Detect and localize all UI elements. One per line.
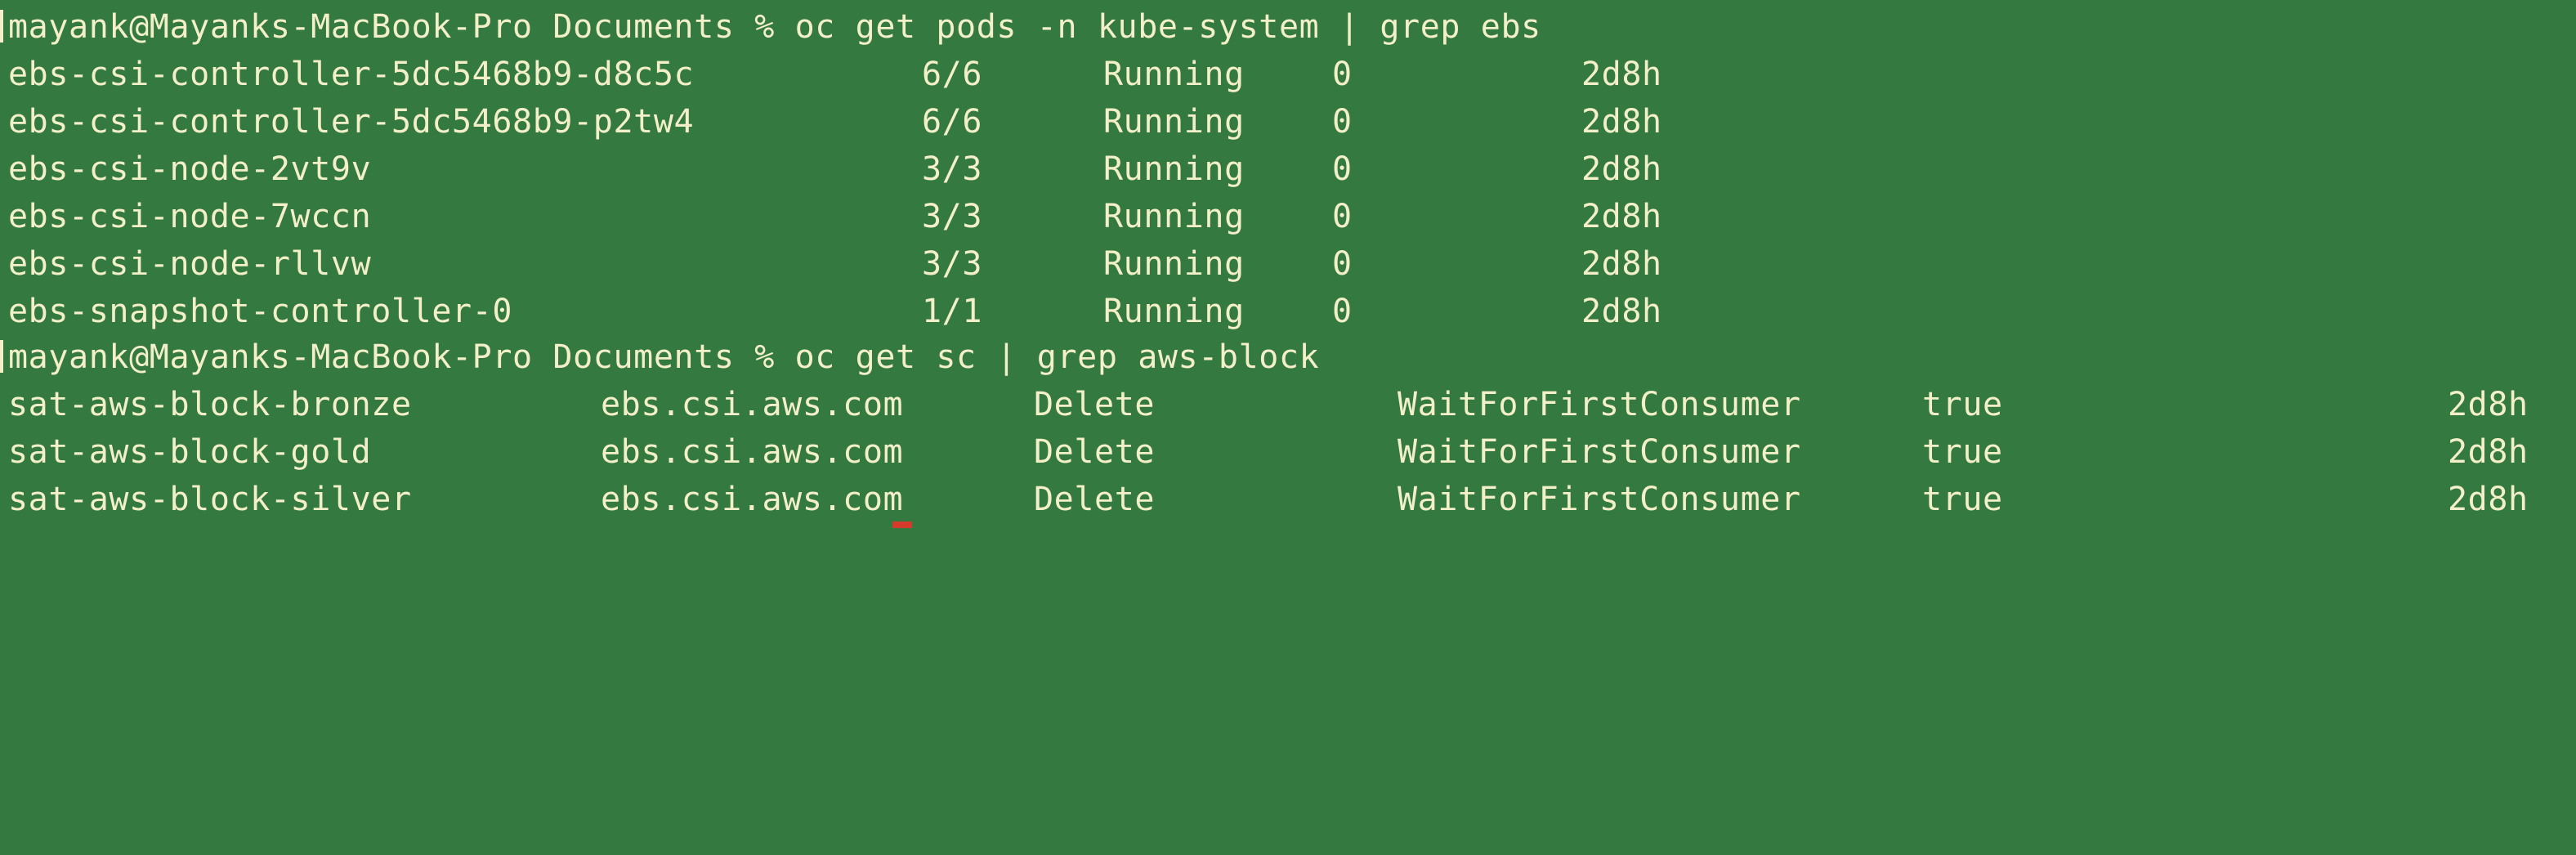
pod-restarts: 0 [1332,103,1353,141]
sc-reclaim-policy: Delete [1034,433,1156,471]
sc-reclaim-policy: Delete [1034,386,1156,423]
pod-row: ebs-csi-controller-5dc5468b9-p2tw4 6/6 R… [8,98,2566,145]
pod-status: Running [1103,245,1245,283]
pod-age: 2d8h [1581,293,1662,330]
pod-row: ebs-csi-controller-5dc5468b9-d8c5c 6/6 R… [8,51,2566,98]
terminal-window[interactable]: mayank@Mayanks-MacBook-Pro Documents % o… [0,0,2576,528]
pod-age: 2d8h [1581,150,1662,188]
pod-row: ebs-csi-node-7wccn 3/3 Running 0 2d8h [8,193,2566,240]
sc-provisioner: ebs.csi.aws.com [601,481,904,518]
pod-name: ebs-csi-controller-5dc5468b9-d8c5c [8,56,695,93]
pod-ready: 3/3 [922,198,983,235]
pod-age: 2d8h [1581,198,1662,235]
sc-age: 2d8h [2448,386,2529,423]
command-line: mayank@Mayanks-MacBook-Pro Documents % o… [8,338,1320,376]
pod-row: ebs-csi-node-2vt9v 3/3 Running 0 2d8h [8,145,2566,193]
pod-restarts: 0 [1332,198,1353,235]
pod-age: 2d8h [1581,245,1662,283]
pod-status: Running [1103,198,1245,235]
sc-provisioner: ebs.csi.aws.com [601,433,904,471]
pod-restarts: 0 [1332,150,1353,188]
sc-provisioner: ebs.csi.aws.com [601,386,904,423]
command-line: mayank@Mayanks-MacBook-Pro Documents % o… [8,8,1541,46]
pod-ready: 6/6 [922,56,983,93]
pod-row: ebs-csi-node-rllvw 3/3 Running 0 2d8h [8,240,2566,288]
storage-class-row: sat-aws-block-bronze ebs.csi.aws.com Del… [8,381,2566,428]
sc-allow-expansion: true [1922,433,2003,471]
sc-name: sat-aws-block-gold [8,433,372,471]
pod-name: ebs-csi-controller-5dc5468b9-p2tw4 [8,103,695,141]
line-marker [0,340,3,373]
pod-name: ebs-csi-node-2vt9v [8,150,372,188]
sc-age: 2d8h [2448,433,2529,471]
pod-ready: 3/3 [922,245,983,283]
sc-allow-expansion: true [1922,481,2003,518]
sc-binding-mode: WaitForFirstConsumer [1398,386,1801,423]
sc-reclaim-policy: Delete [1034,481,1156,518]
pod-name: ebs-snapshot-controller-0 [8,293,513,330]
pod-restarts: 0 [1332,293,1353,330]
line-marker [0,10,3,43]
storage-class-row: sat-aws-block-gold ebs.csi.aws.com Delet… [8,428,2566,476]
cursor-marker [892,522,912,528]
pod-ready: 3/3 [922,150,983,188]
pod-status: Running [1103,103,1245,141]
pod-restarts: 0 [1332,56,1353,93]
sc-allow-expansion: true [1922,386,2003,423]
pod-age: 2d8h [1581,103,1662,141]
sc-binding-mode: WaitForFirstConsumer [1398,481,1801,518]
pod-name: ebs-csi-node-rllvw [8,245,372,283]
pod-name: ebs-csi-node-7wccn [8,198,372,235]
pod-ready: 1/1 [922,293,983,330]
pod-age: 2d8h [1581,56,1662,93]
pod-ready: 6/6 [922,103,983,141]
pod-restarts: 0 [1332,245,1353,283]
sc-name: sat-aws-block-silver [8,481,412,518]
pod-row: ebs-snapshot-controller-0 1/1 Running 0 … [8,288,2566,335]
pod-status: Running [1103,56,1245,93]
sc-name: sat-aws-block-bronze [8,386,412,423]
pod-status: Running [1103,293,1245,330]
storage-class-row: sat-aws-block-silver ebs.csi.aws.com Del… [8,476,2566,523]
pod-status: Running [1103,150,1245,188]
sc-binding-mode: WaitForFirstConsumer [1398,433,1801,471]
sc-age: 2d8h [2448,481,2529,518]
